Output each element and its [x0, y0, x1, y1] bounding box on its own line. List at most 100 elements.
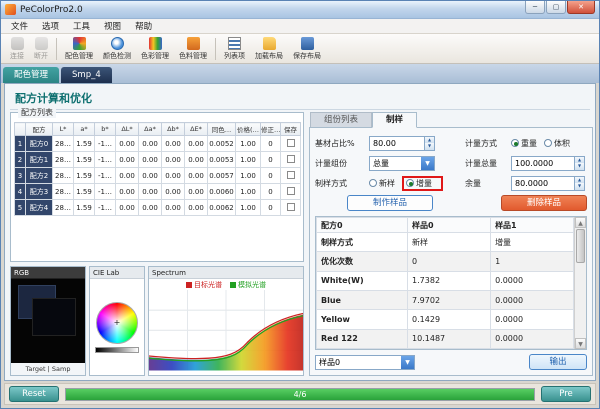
measure-component-label: 计量组份	[315, 158, 369, 169]
save-checkbox[interactable]	[287, 187, 295, 195]
chevron-down-icon[interactable]: ▼	[401, 356, 414, 369]
toolbar-button-color-detect[interactable]: 颜色检测	[98, 36, 136, 62]
sample-select[interactable]: 样品0 ▼	[315, 355, 415, 370]
spinner-arrows[interactable]: ▲▼	[574, 157, 584, 170]
spin-down-icon[interactable]: ▼	[575, 183, 584, 190]
save-checkbox[interactable]	[287, 155, 295, 163]
formula-row[interactable]: 5配方428…1.59-1…0.000.000.000.000.00621.00…	[15, 200, 301, 216]
measure-mode-label: 计量方式	[465, 138, 511, 149]
substrate-ratio-value[interactable]: 80.00	[370, 137, 424, 150]
spin-down-icon[interactable]: ▼	[425, 143, 434, 150]
column-header-7[interactable]: ΔE*	[185, 123, 208, 136]
column-header-6[interactable]: Δb*	[162, 123, 185, 136]
column-header-5[interactable]: Δa*	[139, 123, 162, 136]
lightness-slider[interactable]	[95, 347, 139, 353]
formula-row[interactable]: 1配方028…1.59-1…0.000.000.000.000.00521.00…	[15, 136, 301, 152]
close-button[interactable]: ✕	[567, 1, 595, 14]
row-number-cell: 4	[15, 184, 26, 200]
sample-row[interactable]: Red 12210.14870.0000	[317, 329, 574, 348]
sample-column-header-2[interactable]: 样品1	[491, 218, 574, 233]
cielab-color-wheel[interactable]	[96, 302, 138, 344]
toolbar-button-colorant-manage[interactable]: 色料管理	[174, 36, 212, 62]
output-button[interactable]: 输出	[529, 354, 587, 370]
document-tabs: 配色管理Smp_4	[1, 64, 599, 83]
save-checkbox[interactable]	[287, 139, 295, 147]
menu-item-0[interactable]: 文件	[4, 20, 35, 32]
toolbar-button-connect[interactable]: 连接	[5, 36, 29, 62]
maximize-button[interactable]: ▢	[546, 1, 566, 14]
radio-新样[interactable]: 新样	[369, 178, 395, 189]
measure-total-value[interactable]: 100.0000	[512, 157, 574, 170]
minimize-button[interactable]: ─	[525, 1, 545, 14]
radio-体积[interactable]: 体积	[544, 138, 570, 149]
formula-value-cell: 1.00	[236, 184, 261, 200]
toolbar-button-load-layout[interactable]: 加载布局	[250, 36, 288, 62]
column-header-2[interactable]: a*	[74, 123, 95, 136]
scrollbar-track[interactable]	[575, 264, 586, 338]
spin-down-icon[interactable]: ▼	[575, 163, 584, 170]
column-header-0[interactable]: 配方	[26, 123, 53, 136]
right-tab-制样[interactable]: 制样	[372, 112, 417, 128]
spinner-arrows[interactable]: ▲▼	[424, 137, 434, 150]
chevron-down-icon[interactable]: ▼	[421, 157, 434, 170]
cielab-panel: CIE Lab	[89, 266, 145, 376]
formula-name-cell: 配方1	[26, 152, 53, 168]
delete-sample-button[interactable]: 删除样品	[501, 195, 587, 211]
formula-row[interactable]: 4配方328…1.59-1…0.000.000.000.000.00601.00…	[15, 184, 301, 200]
save-checkbox[interactable]	[287, 203, 295, 211]
toolbar-button-disconnect[interactable]: 断开	[29, 36, 53, 62]
sample-mode-radios: 新样增量	[369, 176, 447, 191]
remainder-value[interactable]: 80.0000	[512, 177, 574, 190]
measure-component-select[interactable]: 总量 ▼	[369, 156, 435, 171]
substrate-ratio-spinner[interactable]: 80.00 ▲▼	[369, 136, 435, 151]
column-header-3[interactable]: b*	[95, 123, 116, 136]
column-header-9[interactable]: 价格(…	[236, 123, 261, 136]
toolbar-button-list-view[interactable]: 列表项	[219, 36, 250, 62]
measure-total-spinner[interactable]: 100.0000 ▲▼	[511, 156, 585, 171]
column-header-11[interactable]: 保存	[281, 123, 301, 136]
color-matching-icon	[73, 37, 86, 50]
toolbar-button-save-layout[interactable]: 保存布局	[288, 36, 326, 62]
radio-重量[interactable]: 重量	[511, 138, 537, 149]
formula-value-cell: 0.0060	[208, 184, 236, 200]
sample-row[interactable]: White(W)1.73820.0000	[317, 271, 574, 290]
scroll-down-icon[interactable]: ▼	[575, 338, 586, 349]
menu-item-1[interactable]: 选项	[35, 20, 66, 32]
formula-row[interactable]: 2配方128…1.59-1…0.000.000.000.000.00531.00…	[15, 152, 301, 168]
formula-row[interactable]: 3配方228…1.59-1…0.000.000.000.000.00571.00…	[15, 168, 301, 184]
formula-value-cell: 0.00	[185, 200, 208, 216]
sample-row[interactable]: Blue7.97020.0000	[317, 290, 574, 309]
tab-Smp_4[interactable]: Smp_4	[61, 67, 112, 83]
column-header-4[interactable]: ΔL*	[116, 123, 139, 136]
toolbar-button-color-manage[interactable]: 色彩管理	[136, 36, 174, 62]
column-header-1[interactable]: L*	[53, 123, 74, 136]
right-tab-组份列表[interactable]: 组份列表	[310, 112, 372, 128]
radio-增量[interactable]: 增量	[406, 178, 432, 189]
status-bar: Reset 4/6 Pre	[4, 383, 596, 405]
scrollbar-thumb[interactable]	[576, 229, 585, 263]
make-sample-button[interactable]: 制作样品	[347, 195, 433, 211]
scroll-up-icon[interactable]: ▲	[575, 217, 586, 228]
formula-value-cell: 0.00	[139, 152, 162, 168]
save-checkbox[interactable]	[287, 171, 295, 179]
toolbar-button-color-matching[interactable]: 配色管理	[60, 36, 98, 62]
tab-配色管理[interactable]: 配色管理	[3, 67, 59, 83]
sample-row[interactable]: Yellow0.14290.0000	[317, 310, 574, 329]
menu-item-3[interactable]: 视图	[97, 20, 128, 32]
sample-column-header-1[interactable]: 样品0	[408, 218, 491, 233]
column-header-10[interactable]: 修正…	[261, 123, 281, 136]
column-header-8[interactable]: 同色…	[208, 123, 236, 136]
sample-row[interactable]: 优化次数01	[317, 252, 574, 271]
sample-column-header-0[interactable]: 配方0	[317, 218, 408, 233]
vertical-scrollbar[interactable]: ▲ ▼	[574, 217, 586, 349]
sample-row[interactable]: 制样方式新样增量	[317, 233, 574, 252]
formula-value-cell: 0.00	[139, 168, 162, 184]
remainder-spinner[interactable]: 80.0000 ▲▼	[511, 176, 585, 191]
menu-item-2[interactable]: 工具	[66, 20, 97, 32]
menu-item-4[interactable]: 帮助	[128, 20, 159, 32]
reset-button[interactable]: Reset	[9, 386, 59, 402]
pre-button[interactable]: Pre	[541, 386, 591, 402]
spinner-arrows[interactable]: ▲▼	[574, 177, 584, 190]
save-cell	[281, 152, 301, 168]
formula-value-cell: 0.00	[185, 184, 208, 200]
